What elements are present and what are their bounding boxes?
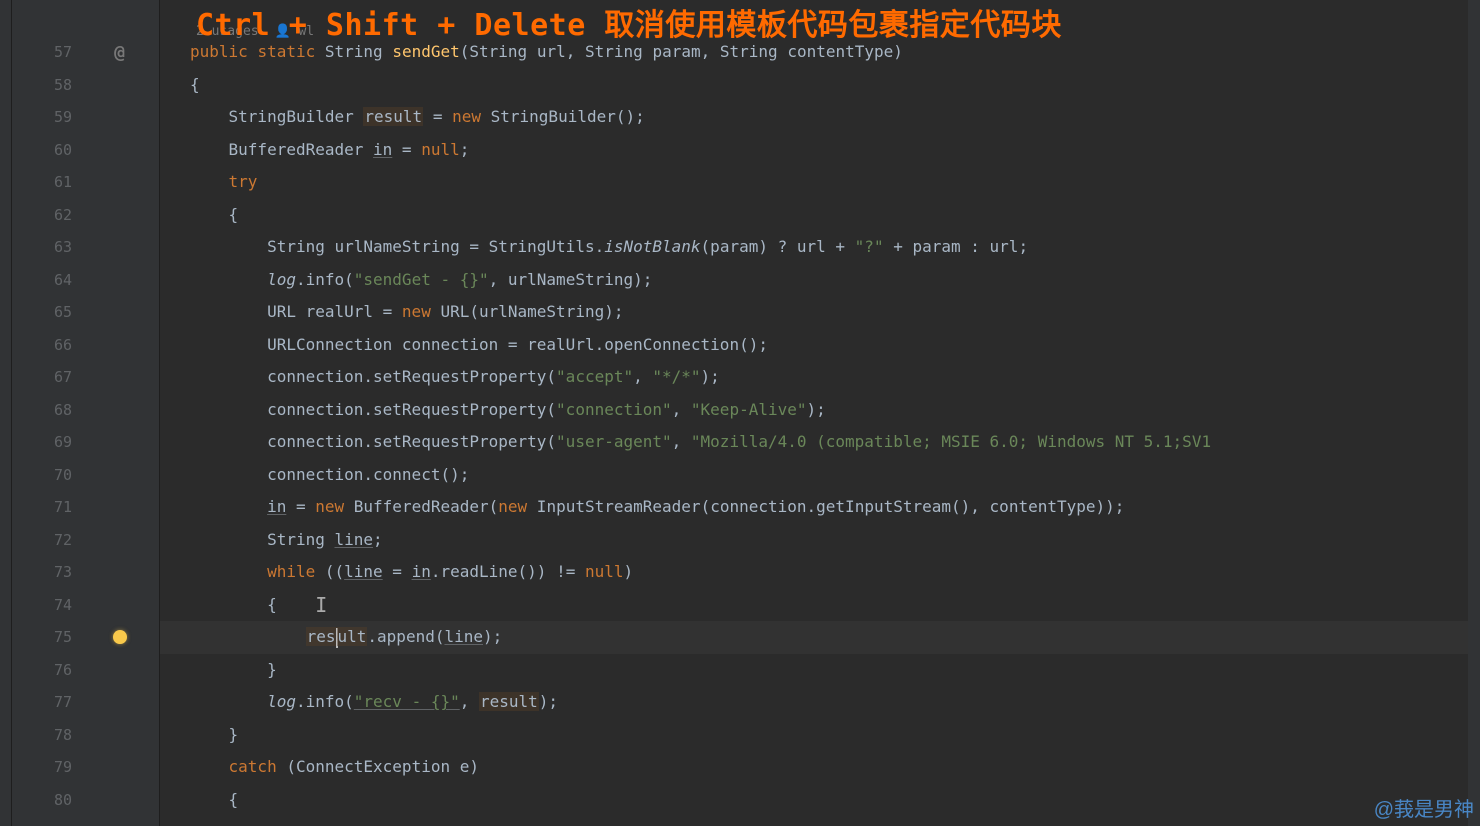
code-line-current[interactable]: result.append(line); <box>190 621 1480 654</box>
gutter-slot <box>80 589 159 622</box>
code-line[interactable]: } <box>190 719 1480 752</box>
gutter-icon-column: @ <box>80 0 160 826</box>
line-number[interactable]: 71 <box>12 491 80 524</box>
gutter-slot <box>80 264 159 297</box>
line-number[interactable]: 65 <box>12 296 80 329</box>
line-number[interactable]: 76 <box>12 654 80 687</box>
shortcut-tip-overlay: Ctrl + Shift + Delete 取消使用模板代码包裹指定代码块 <box>196 0 1062 44</box>
line-number[interactable]: 68 <box>12 394 80 427</box>
code-lines[interactable]: public static String sendGet(String url,… <box>160 4 1480 816</box>
line-number[interactable]: 72 <box>12 524 80 557</box>
gutter-slot <box>80 654 159 687</box>
line-number[interactable]: 69 <box>12 426 80 459</box>
code-line[interactable]: BufferedReader in = null; <box>190 134 1480 167</box>
code-line[interactable]: connection.connect(); <box>190 459 1480 492</box>
line-number[interactable]: 67 <box>12 361 80 394</box>
line-number[interactable]: 73 <box>12 556 80 589</box>
code-editor[interactable]: 5758596061626364656667686970717273747576… <box>0 0 1480 826</box>
code-line[interactable]: { I <box>190 589 1480 622</box>
gutter-slot <box>80 296 159 329</box>
code-line[interactable]: connection.setRequestProperty("accept", … <box>190 361 1480 394</box>
gutter-slot <box>80 426 159 459</box>
code-line[interactable]: log.info("recv - {}", result); <box>190 686 1480 719</box>
gutter-slot <box>80 394 159 427</box>
line-number[interactable]: 79 <box>12 751 80 784</box>
override-icon[interactable]: @ <box>114 42 125 63</box>
gutter-slot <box>80 621 159 654</box>
gutter-slot <box>80 524 159 557</box>
line-number[interactable]: 74 <box>12 589 80 622</box>
gutter-slot <box>80 101 159 134</box>
code-line[interactable]: } <box>190 654 1480 687</box>
code-line[interactable]: { <box>190 69 1480 102</box>
gutter-slot <box>80 231 159 264</box>
line-number[interactable]: 78 <box>12 719 80 752</box>
line-number[interactable]: 63 <box>12 231 80 264</box>
code-line[interactable]: in = new BufferedReader(new InputStreamR… <box>190 491 1480 524</box>
line-number[interactable]: 59 <box>12 101 80 134</box>
shortcut-keys: Ctrl + Shift + Delete <box>196 8 604 43</box>
vertical-scrollbar[interactable] <box>1468 0 1480 826</box>
watermark-text: @莪是男神 <box>1374 793 1474 822</box>
code-line[interactable]: catch (ConnectException e) <box>190 751 1480 784</box>
code-line[interactable]: String urlNameString = StringUtils.isNot… <box>190 231 1480 264</box>
gutter-slot <box>80 199 159 232</box>
code-line[interactable]: { <box>190 199 1480 232</box>
left-margin-strip <box>0 0 12 826</box>
gutter-slot <box>80 459 159 492</box>
gutter-slot <box>80 166 159 199</box>
gutter-slot: @ <box>80 36 159 69</box>
code-line[interactable]: URLConnection connection = realUrl.openC… <box>190 329 1480 362</box>
line-number[interactable]: 62 <box>12 199 80 232</box>
code-line[interactable]: { <box>190 784 1480 817</box>
line-number[interactable]: 58 <box>12 69 80 102</box>
code-line[interactable]: connection.setRequestProperty("connectio… <box>190 394 1480 427</box>
gutter-slot <box>80 686 159 719</box>
code-line[interactable]: log.info("sendGet - {}", urlNameString); <box>190 264 1480 297</box>
code-line[interactable]: while ((line = in.readLine()) != null) <box>190 556 1480 589</box>
code-line[interactable]: connection.setRequestProperty("user-agen… <box>190 426 1480 459</box>
line-number[interactable]: 75 <box>12 621 80 654</box>
text-cursor-icon: I <box>315 589 327 622</box>
code-text-area[interactable]: Ctrl + Shift + Delete 取消使用模板代码包裹指定代码块 2 … <box>160 0 1480 826</box>
gutter-slot <box>80 69 159 102</box>
gutter-slot <box>80 556 159 589</box>
line-number[interactable]: 64 <box>12 264 80 297</box>
code-line[interactable]: String line; <box>190 524 1480 557</box>
line-number[interactable]: 66 <box>12 329 80 362</box>
gutter-slot <box>80 784 159 817</box>
gutter-slot <box>80 134 159 167</box>
code-line[interactable]: try <box>190 166 1480 199</box>
code-line[interactable]: URL realUrl = new URL(urlNameString); <box>190 296 1480 329</box>
line-number[interactable]: 77 <box>12 686 80 719</box>
line-number[interactable]: 80 <box>12 784 80 817</box>
gutter-slot <box>80 361 159 394</box>
code-line[interactable]: StringBuilder result = new StringBuilder… <box>190 101 1480 134</box>
line-number-gutter[interactable]: 5758596061626364656667686970717273747576… <box>12 0 80 826</box>
gutter-slot <box>80 491 159 524</box>
gutter-slot <box>80 719 159 752</box>
gutter-slot <box>80 751 159 784</box>
gutter-slot <box>80 329 159 362</box>
line-number[interactable]: 70 <box>12 459 80 492</box>
shortcut-desc: 取消使用模板代码包裹指定代码块 <box>604 8 1062 43</box>
line-number[interactable]: 57 <box>12 36 80 69</box>
line-number[interactable]: 61 <box>12 166 80 199</box>
lightbulb-icon[interactable] <box>113 630 127 644</box>
line-number[interactable]: 60 <box>12 134 80 167</box>
